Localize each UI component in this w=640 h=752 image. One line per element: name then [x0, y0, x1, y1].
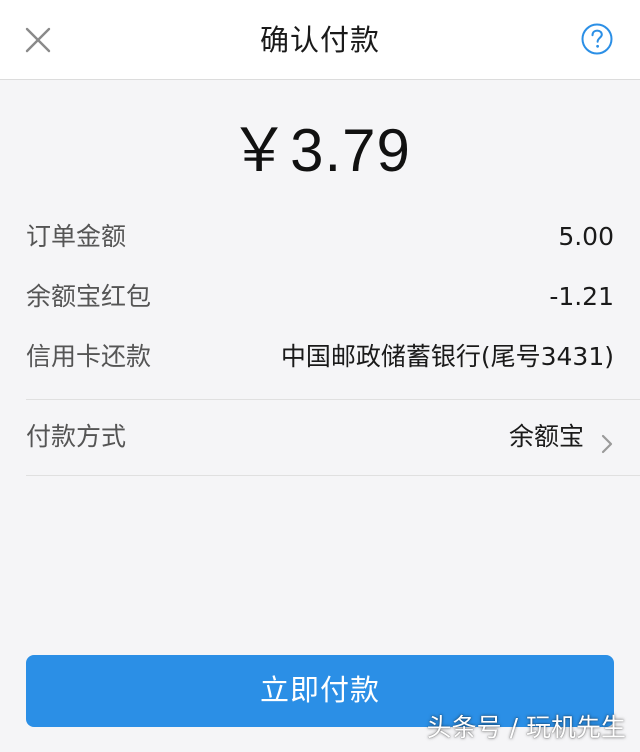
credit-card-label: 信用卡还款	[26, 342, 152, 371]
divider	[26, 475, 640, 476]
payment-confirm-screen: 确认付款 ￥3.79 订单金额 5.00 余额宝红包 -1.21 信用卡还款 中…	[0, 0, 640, 752]
help-circle-icon	[581, 23, 613, 55]
order-amount-row: 订单金额 5.00	[26, 217, 614, 257]
credit-card-value: 中国邮政储蓄银行(尾号3431)	[280, 342, 614, 371]
chevron-right-icon	[600, 427, 614, 454]
help-button[interactable]	[580, 22, 614, 56]
watermark: 头条号 / 玩机先生	[426, 713, 626, 742]
order-amount-value: 5.00	[558, 222, 614, 251]
credit-card-repayment-row: 信用卡还款 中国邮政储蓄银行(尾号3431)	[26, 337, 614, 377]
red-packet-label: 余额宝红包	[26, 282, 152, 311]
divider	[26, 399, 640, 400]
payment-method-label: 付款方式	[26, 422, 127, 451]
red-packet-value: -1.21	[549, 282, 614, 311]
payment-amount: ￥3.79	[229, 117, 411, 184]
amount-section: ￥3.79	[0, 111, 640, 191]
payment-method-value: 余额宝	[508, 422, 584, 451]
payment-method-row[interactable]: 付款方式 余额宝	[26, 417, 614, 457]
red-packet-row: 余额宝红包 -1.21	[26, 277, 614, 317]
payment-details: ￥3.79 订单金额 5.00 余额宝红包 -1.21 信用卡还款 中国邮政储蓄…	[0, 81, 640, 752]
header-bar: 确认付款	[0, 0, 640, 80]
order-amount-label: 订单金额	[26, 222, 127, 251]
page-title: 确认付款	[259, 23, 380, 57]
